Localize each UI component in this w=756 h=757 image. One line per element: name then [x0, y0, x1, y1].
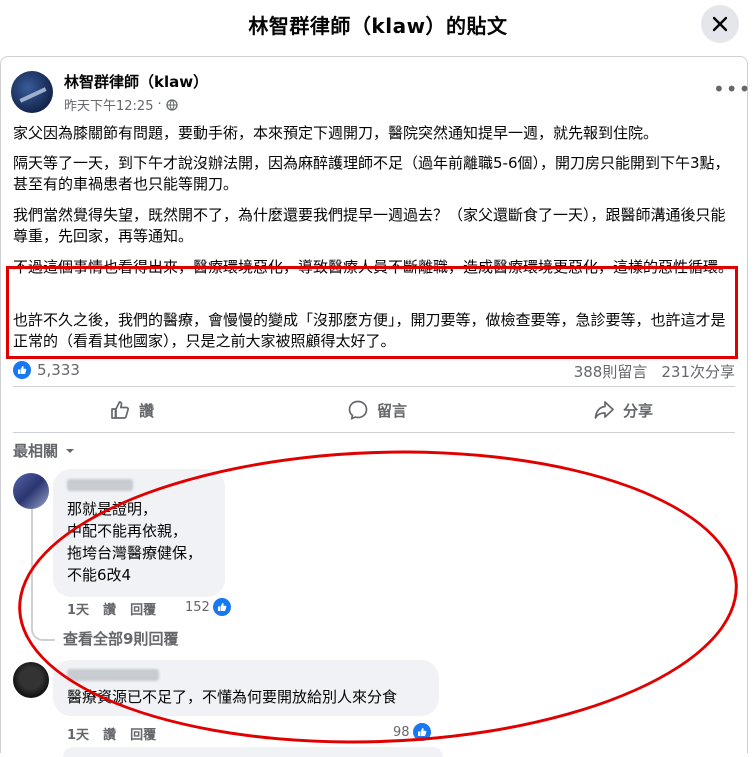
comment-actions: 1天 讚 回覆: [67, 724, 156, 743]
shares-count[interactable]: 231次分享: [661, 361, 735, 382]
more-options-button[interactable]: •••: [713, 77, 751, 101]
post-paragraph: 我們當然覺得失望，既然開不了，為什麼還要我們提早一週過去？（家父還斷食了一天），…: [13, 206, 726, 245]
next-comment-bubble: [63, 747, 443, 757]
commenter-name-blurred[interactable]: [67, 479, 133, 491]
highlight-box: [6, 266, 738, 359]
comment-reply-button[interactable]: 回覆: [130, 724, 156, 743]
author-name[interactable]: 林智群律師（klaw）: [64, 71, 208, 92]
comments-count[interactable]: 388則留言: [574, 361, 648, 382]
more-options-icon: •••: [713, 77, 752, 101]
comment-icon: [348, 400, 368, 420]
commenter-avatar[interactable]: [13, 473, 49, 509]
author-avatar[interactable]: [11, 71, 53, 113]
like-button[interactable]: 讚: [109, 399, 154, 421]
sort-label: 最相關: [13, 442, 59, 460]
comment-button[interactable]: 留言: [347, 399, 407, 421]
globe-icon: [165, 98, 178, 111]
comment-label: 留言: [377, 401, 408, 420]
commenter-avatar[interactable]: [13, 662, 49, 698]
dialog-header: 林智群律師（klaw）的貼文: [0, 0, 756, 48]
share-button[interactable]: 分享: [593, 399, 653, 421]
reaction-count[interactable]: 5,333: [37, 361, 80, 379]
share-label: 分享: [623, 401, 654, 420]
comment-like-button[interactable]: 讚: [103, 724, 116, 743]
divider: [13, 432, 735, 433]
chevron-down-icon: [66, 448, 75, 453]
share-icon: [594, 401, 614, 419]
post-time[interactable]: 昨天下午12:25: [64, 95, 153, 114]
post-paragraph: 家父因為膝關節有問題，要動手術，本來預定下週開刀，醫院突然通知提早一週，就先報到…: [13, 124, 659, 142]
post-paragraph: 隔天等了一天，到下午才說沒辦法開，因為麻醉護理師不足（過年前離職5-6個），開刀…: [13, 154, 730, 193]
divider: [13, 386, 735, 387]
comment-time[interactable]: 1天: [67, 724, 89, 743]
close-button[interactable]: [701, 5, 739, 43]
thumbs-up-icon: [111, 401, 129, 419]
like-label: 讚: [139, 401, 155, 420]
close-icon: [712, 16, 728, 32]
comment-sort-dropdown[interactable]: 最相關: [13, 440, 76, 461]
post-meta: 昨天下午12:25 ·: [64, 95, 178, 114]
dialog-title: 林智群律師（klaw）的貼文: [248, 14, 508, 38]
post-stats: 5,333 388則留言 231次分享: [13, 361, 735, 383]
thumbs-up-icon: [13, 361, 31, 379]
